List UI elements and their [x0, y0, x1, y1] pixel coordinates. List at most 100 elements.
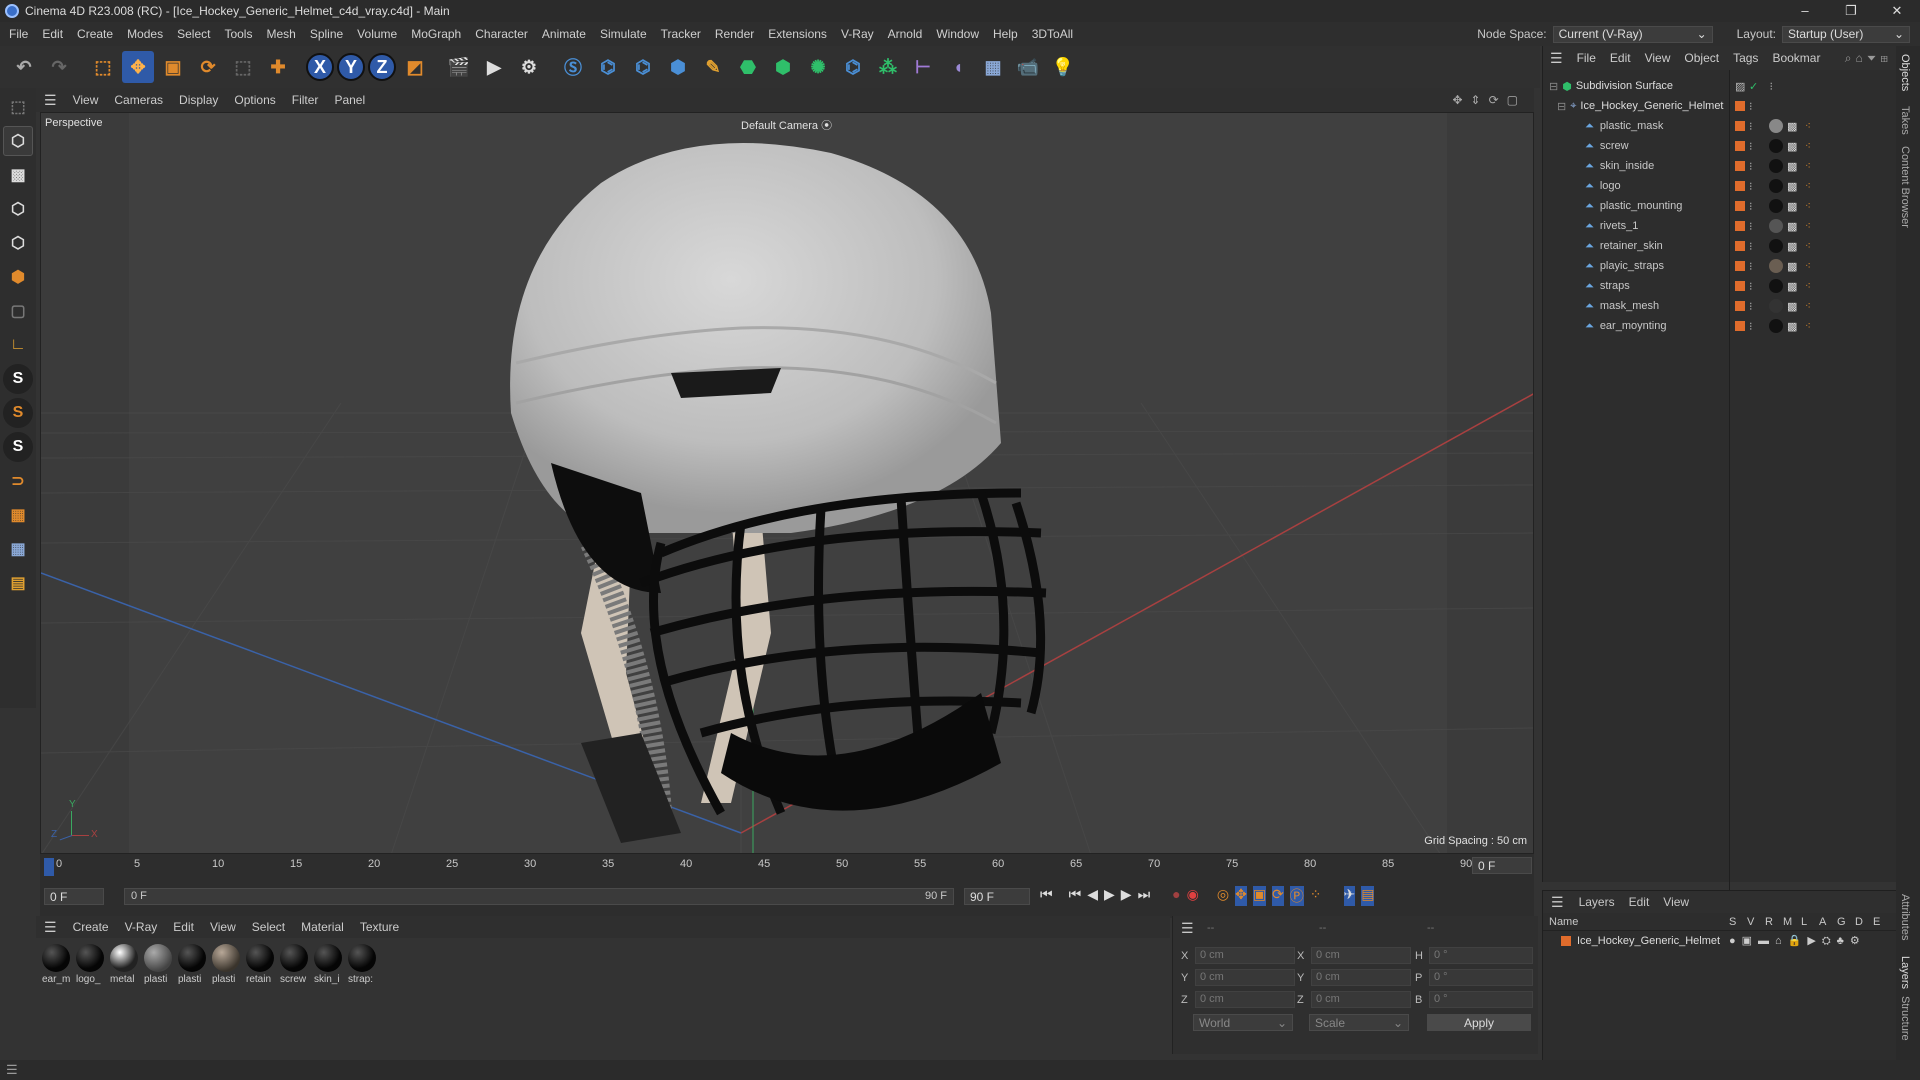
- y-axis-lock-button[interactable]: Y: [337, 53, 365, 81]
- position-x-field[interactable]: 0 cm: [1195, 947, 1295, 964]
- uvw-tag-icon[interactable]: ▩: [1787, 140, 1797, 153]
- material-swatch[interactable]: metal: [110, 944, 140, 985]
- tab-takes[interactable]: Takes: [1899, 106, 1911, 135]
- start-frame-field[interactable]: 0 F: [44, 888, 104, 905]
- material-swatch[interactable]: retain: [246, 944, 276, 985]
- menu-create[interactable]: Create: [70, 27, 120, 41]
- material-tag-icon[interactable]: [1769, 139, 1783, 153]
- expand-icon[interactable]: ⊟: [1549, 80, 1558, 93]
- next-frame-icon[interactable]: ▶: [1121, 886, 1132, 906]
- model-mode-icon[interactable]: ⬡: [3, 126, 33, 156]
- material-menu-edit[interactable]: Edit: [165, 920, 202, 934]
- light-icon[interactable]: 💡: [1047, 51, 1079, 83]
- menu-mograph[interactable]: MoGraph: [404, 27, 468, 41]
- end-frame-field[interactable]: 90 F: [964, 888, 1030, 905]
- uv-mode-icon[interactable]: ▢: [3, 296, 33, 326]
- visibility-toggle-icon[interactable]: ⁝: [1749, 120, 1753, 133]
- menu-vray[interactable]: V-Ray: [834, 27, 881, 41]
- apply-button[interactable]: Apply: [1427, 1014, 1531, 1031]
- material-menu-material[interactable]: Material: [293, 920, 352, 934]
- layer-color-swatch[interactable]: [1561, 936, 1571, 946]
- menu-render[interactable]: Render: [708, 27, 761, 41]
- layer-menu-edit[interactable]: Edit: [1622, 895, 1657, 909]
- points-mode-icon[interactable]: ⬡: [3, 194, 33, 224]
- hamburger-icon[interactable]: ☰: [6, 1062, 18, 1078]
- object-row[interactable]: ⏶ playic_straps ⁝ ▩ ⁖: [1543, 256, 1897, 276]
- object-row[interactable]: ⏶ plastic_mounting ⁝ ▩ ⁖: [1543, 196, 1897, 216]
- viewport-nav-icons[interactable]: ✥⇕⟳▢: [1452, 93, 1534, 107]
- object-menu-object[interactable]: Object: [1677, 51, 1726, 65]
- uvw-tag-icon[interactable]: ▩: [1787, 220, 1797, 233]
- vray-tag-icon[interactable]: ⁖: [1805, 161, 1811, 172]
- make-editable-icon[interactable]: ⬚: [3, 92, 33, 122]
- cloner-icon[interactable]: ✺: [802, 51, 834, 83]
- object-row[interactable]: ⏶ straps ⁝ ▩ ⁖: [1543, 276, 1897, 296]
- visibility-toggle-icon[interactable]: ⁝: [1749, 240, 1753, 253]
- menu-tracker[interactable]: Tracker: [654, 27, 708, 41]
- material-menu-create[interactable]: Create: [65, 920, 117, 934]
- position-y-field[interactable]: 0 cm: [1195, 969, 1295, 986]
- viewport-menu-panel[interactable]: Panel: [326, 93, 373, 107]
- visibility-toggle-icon[interactable]: ⁝: [1749, 280, 1753, 293]
- vray-tag-icon[interactable]: ⁖: [1805, 281, 1811, 292]
- go-to-end-icon[interactable]: ⏭: [1138, 886, 1151, 906]
- preview-range-slider[interactable]: 0 F 90 F: [124, 888, 954, 905]
- menu-file[interactable]: File: [0, 27, 35, 41]
- extrude-icon[interactable]: ⬢: [767, 51, 799, 83]
- mograph-icon[interactable]: ⁂: [872, 51, 904, 83]
- object-row[interactable]: ⏶ plastic_mask ⁝ ▩ ⁖: [1543, 116, 1897, 136]
- object-row-subdivision[interactable]: ⊟ ⬢ Subdivision Surface ⁝ ▨ ✓: [1543, 76, 1897, 96]
- rotation-p-field[interactable]: 0 °: [1429, 969, 1533, 986]
- menu-mesh[interactable]: Mesh: [259, 27, 302, 41]
- object-menu-file[interactable]: File: [1570, 51, 1603, 65]
- autokey-icon[interactable]: ◉: [1187, 886, 1199, 906]
- uvw-tag-icon[interactable]: ▩: [1787, 160, 1797, 173]
- snap-settings-icon[interactable]: S: [3, 398, 33, 428]
- transform-tool-icon[interactable]: ✚: [262, 51, 294, 83]
- restore-button[interactable]: ❐: [1828, 3, 1874, 19]
- viewport-menu-view[interactable]: View: [65, 93, 107, 107]
- material-tag-icon[interactable]: [1769, 259, 1783, 273]
- uvw-tag-icon[interactable]: ▩: [1787, 280, 1797, 293]
- material-tag-icon[interactable]: [1769, 119, 1783, 133]
- cube-icon[interactable]: ⬢: [662, 51, 694, 83]
- x-axis-lock-button[interactable]: X: [306, 53, 334, 81]
- material-menu-texture[interactable]: Texture: [352, 920, 407, 934]
- timeline-ruler[interactable]: 0 5 10 15 20 25 30 35 40 45 50 55 60 65 …: [40, 854, 1534, 878]
- vray-tag-icon[interactable]: ⁖: [1805, 301, 1811, 312]
- scale-key-icon[interactable]: ▣: [1252, 886, 1267, 906]
- viewport-menu-filter[interactable]: Filter: [284, 93, 327, 107]
- material-swatch[interactable]: strap:: [348, 944, 378, 985]
- snap-icon[interactable]: S: [3, 364, 33, 394]
- tab-structure[interactable]: Structure: [1899, 996, 1911, 1041]
- layer-row[interactable]: Ice_Hockey_Generic_Helmet ●▣▬⌂🔒▶⛭♣⚙: [1543, 931, 1896, 951]
- render-settings-icon[interactable]: ⚙: [513, 51, 545, 83]
- position-z-field[interactable]: 0 cm: [1195, 991, 1295, 1008]
- vray-icon[interactable]: Ⓢ: [557, 51, 589, 83]
- workplane-snap-icon[interactable]: S: [3, 432, 33, 462]
- visibility-toggle-icon[interactable]: ⁝: [1749, 180, 1753, 193]
- material-swatch[interactable]: ear_m: [42, 944, 72, 985]
- material-tag-icon[interactable]: [1769, 319, 1783, 333]
- 3d-viewport[interactable]: Perspective Default Camera ⦿ Grid Spacin…: [40, 112, 1534, 854]
- material-tag-icon[interactable]: [1769, 219, 1783, 233]
- material-swatch[interactable]: logo_: [76, 944, 106, 985]
- material-swatch[interactable]: plasti: [144, 944, 174, 985]
- previous-frame-icon[interactable]: ◀: [1087, 886, 1098, 906]
- hamburger-icon[interactable]: ☰: [1543, 894, 1572, 911]
- object-row-group[interactable]: ⊟ ⌖ Ice_Hockey_Generic_Helmet ⁝: [1543, 96, 1897, 116]
- render-view-icon[interactable]: 🎬: [443, 51, 475, 83]
- live-selection-icon[interactable]: ⬚: [87, 51, 119, 83]
- material-tag-icon[interactable]: [1769, 279, 1783, 293]
- uvw-tag-icon[interactable]: ▩: [1787, 320, 1797, 333]
- material-menu-view[interactable]: View: [202, 920, 244, 934]
- floor-icon[interactable]: ▦: [977, 51, 1009, 83]
- edges-mode-icon[interactable]: ⬡: [3, 228, 33, 258]
- coordinate-space-select[interactable]: World ⌄: [1193, 1014, 1293, 1031]
- menu-tools[interactable]: Tools: [217, 27, 259, 41]
- menu-character[interactable]: Character: [468, 27, 535, 41]
- python-script-2-icon[interactable]: ⌬: [627, 51, 659, 83]
- menu-3dtoall[interactable]: 3DToAll: [1025, 27, 1080, 41]
- visibility-toggle-icon[interactable]: ⁝: [1749, 300, 1753, 313]
- current-frame-field[interactable]: 0 F: [1472, 857, 1532, 874]
